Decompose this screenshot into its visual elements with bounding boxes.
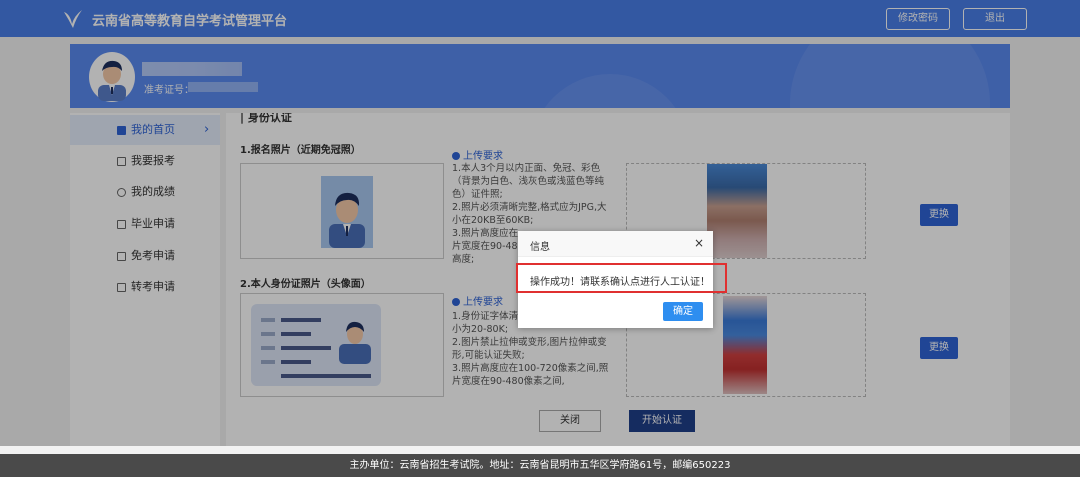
dialog-title: 信息 [530,242,550,253]
dialog-header: 信息 × [518,231,713,257]
close-icon[interactable]: × [694,236,704,250]
confirm-button[interactable]: 确定 [663,302,703,321]
info-dialog: 信息 × 操作成功！请联系确认点进行人工认证！ 确定 [516,231,727,328]
modal-overlay [0,0,1080,446]
dialog-message: 操作成功！请联系确认点进行人工认证！ [530,277,710,288]
footer: 主办单位：云南省招生考试院。地址：云南省昆明市五华区学府路61号，邮编65022… [0,454,1080,477]
